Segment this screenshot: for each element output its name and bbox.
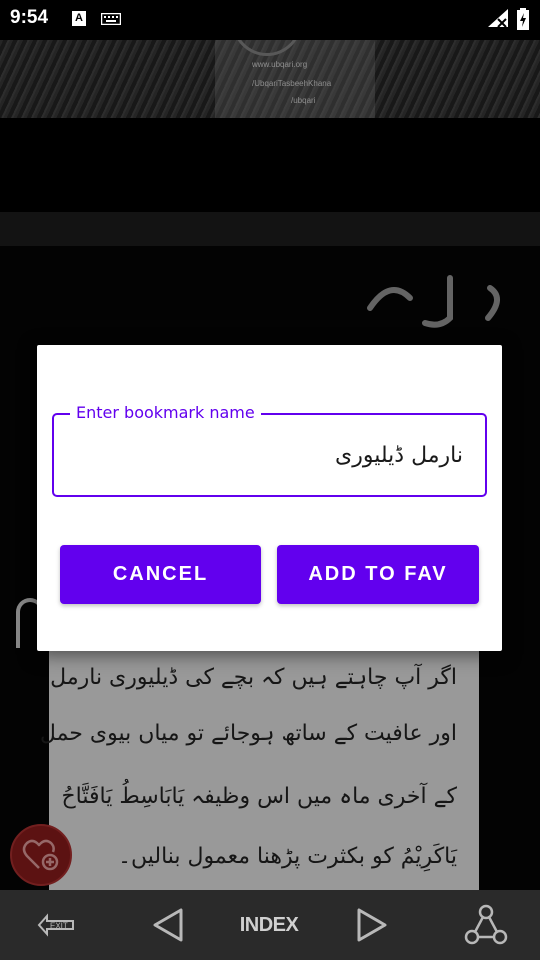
signal-icon <box>488 9 508 27</box>
bottom-navigation: EXIT INDEX <box>0 890 540 960</box>
exit-button[interactable]: EXIT <box>30 904 80 946</box>
triangle-left-icon <box>153 908 183 942</box>
bookmark-name-field[interactable]: Enter bookmark name <box>52 403 487 497</box>
battery-charging-icon <box>517 8 529 30</box>
a-notification-icon: A <box>72 11 86 26</box>
share-icon <box>464 904 508 945</box>
share-button[interactable] <box>462 904 510 946</box>
bookmark-dialog: Enter bookmark name CANCEL ADD TO FAV <box>37 345 502 651</box>
bookmark-name-label: Enter bookmark name <box>70 403 261 422</box>
status-bar: 9:54 A <box>0 0 540 40</box>
cancel-button[interactable]: CANCEL <box>60 545 261 604</box>
bookmark-name-input[interactable] <box>68 437 463 473</box>
exit-label: EXIT <box>50 922 68 931</box>
keyboard-icon <box>101 13 121 25</box>
status-time: 9:54 <box>10 7 49 28</box>
previous-page-button[interactable] <box>148 904 188 946</box>
exit-icon: EXIT <box>37 913 74 937</box>
add-to-fav-button[interactable]: ADD TO FAV <box>277 545 479 604</box>
triangle-right-icon <box>357 908 387 942</box>
next-page-button[interactable] <box>352 904 392 946</box>
index-button[interactable]: INDEX <box>236 904 302 946</box>
